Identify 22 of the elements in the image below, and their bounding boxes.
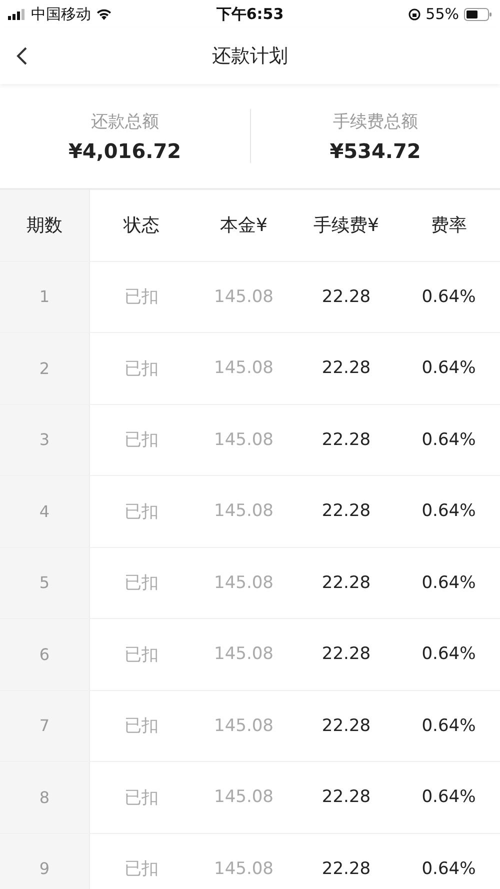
wifi-icon (96, 8, 112, 20)
summary-label: 手续费总额 (332, 110, 418, 132)
rotation-lock-icon (408, 8, 421, 20)
period-number: 3 (0, 404, 90, 475)
battery-icon (464, 8, 492, 20)
carrier-name: 中国移动 (31, 4, 91, 24)
summary-amount: ¥4,016.72 (68, 138, 182, 162)
summary-label: 还款总额 (90, 110, 159, 132)
period-number: 1 (0, 262, 90, 332)
page-title: 还款计划 (212, 44, 288, 69)
period-number: 9 (0, 834, 90, 889)
period-number: 7 (0, 690, 90, 761)
clock-time: 下午6:53 (216, 4, 284, 24)
period-number: 6 (0, 619, 90, 690)
period-number: 4 (0, 476, 90, 546)
summary-amount: ¥534.72 (330, 138, 421, 162)
column-header: 期数 (0, 190, 90, 260)
signal-icon (8, 8, 26, 20)
period-number: 2 (0, 333, 90, 404)
battery-percent: 55% (426, 5, 459, 23)
period-number: 5 (0, 548, 90, 618)
period-number: 8 (0, 762, 90, 832)
